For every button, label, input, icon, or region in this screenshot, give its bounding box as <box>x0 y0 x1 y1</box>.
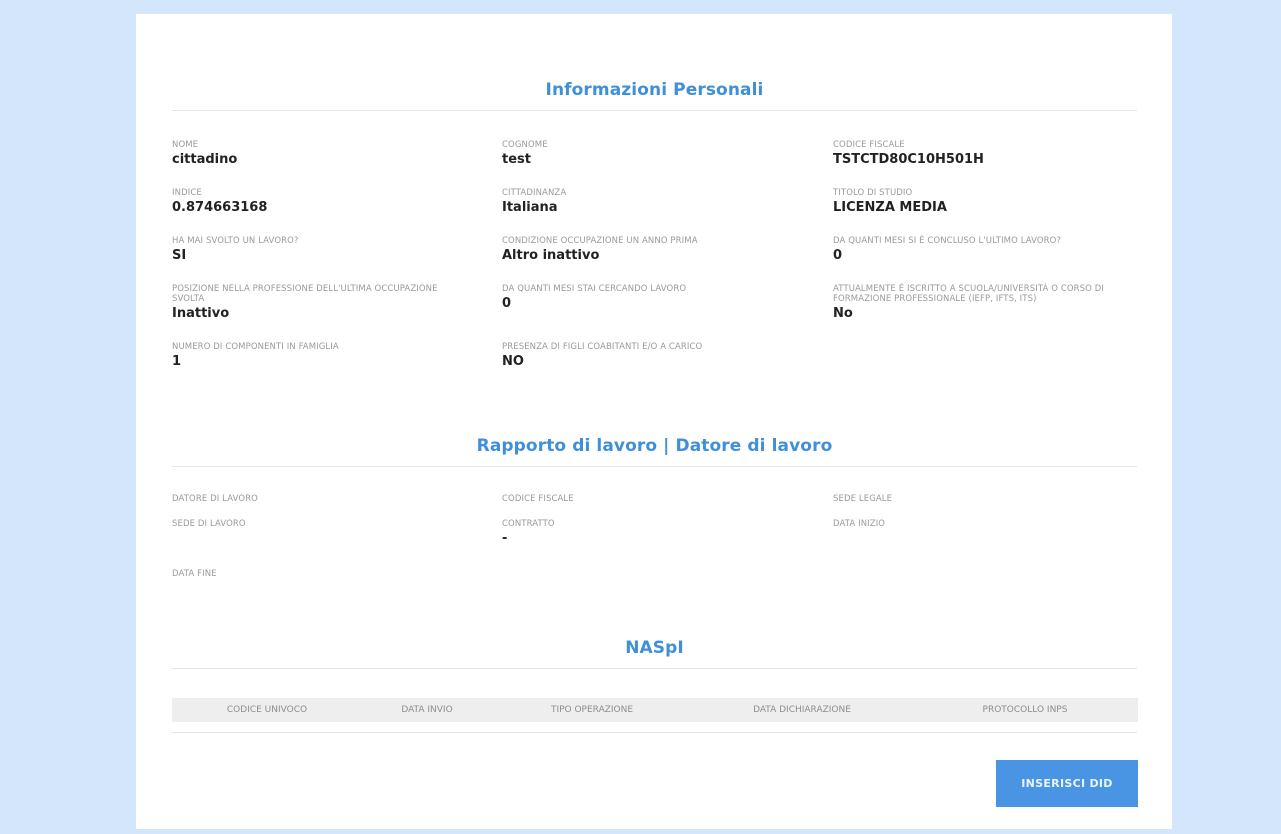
field-sede-di-lavoro: Sede di lavoro <box>172 519 472 531</box>
field-mesi-ultimo-lavoro: Da quanti mesi si è concluso l'ultimo la… <box>833 236 1133 264</box>
field-nome: Nome cittadino <box>172 140 472 168</box>
field-datore-di-lavoro: Datore di lavoro <box>172 494 472 506</box>
field-label: Ha mai svolto un lavoro? <box>172 236 299 246</box>
field-value: - <box>502 531 508 546</box>
field-label: Indice <box>172 188 202 198</box>
field-componenti-famiglia: Numero di componenti in famiglia 1 <box>172 342 472 370</box>
field-label: Codice Fiscale <box>833 140 905 150</box>
field-label: Data fine <box>172 569 217 579</box>
field-label: Contratto <box>502 519 555 529</box>
field-value: Altro inattivo <box>502 248 600 263</box>
field-cittadinanza: Cittadinanza Italiana <box>502 188 802 216</box>
field-value: NO <box>502 354 524 369</box>
field-label: Posizione nella professione dell'ultima … <box>172 284 438 304</box>
field-label: Sede di lavoro <box>172 519 246 529</box>
field-data-fine: Data fine <box>172 569 472 581</box>
divider <box>172 668 1137 669</box>
field-indice: Indice 0.874663168 <box>172 188 472 216</box>
field-titolo-di-studio: Titolo di studio LICENZA MEDIA <box>833 188 1133 216</box>
field-value: cittadino <box>172 152 238 167</box>
field-value: test <box>502 152 531 167</box>
field-mesi-cercando-lavoro: Da quanti mesi stai cercando lavoro 0 <box>502 284 802 312</box>
field-posizione-professione: Posizione nella professione dell'ultima … <box>172 284 472 322</box>
field-label: Datore di lavoro <box>172 494 258 504</box>
section-title-naspi: NASpI <box>625 638 684 658</box>
column-header-codice-univoco: Codice univoco <box>226 705 308 715</box>
section-title-employment: Rapporto di lavoro | Datore di lavoro <box>476 436 833 456</box>
column-header-data-invio: Data invio <box>401 705 453 715</box>
field-label: Cognome <box>502 140 548 150</box>
field-label: Attualmente è iscritto a scuola/universi… <box>833 284 1104 304</box>
content-panel: Informazioni Personali Nome cittadino Co… <box>136 14 1172 829</box>
field-label: Da quanti mesi si è concluso l'ultimo la… <box>833 236 1062 246</box>
field-label: Presenza di figli coabitanti e/o a caric… <box>502 342 703 352</box>
naspi-table-header: Codice univoco Data invio Tipo operazion… <box>172 698 1138 722</box>
field-label: Numero di componenti in famiglia <box>172 342 339 352</box>
field-label: Titolo di studio <box>833 188 913 198</box>
field-contratto: Contratto - <box>502 519 802 547</box>
field-data-inizio: Data inizio <box>833 519 1133 531</box>
field-condizione-occupazione: Condizione occupazione un anno prima Alt… <box>502 236 802 264</box>
field-label: Nome <box>172 140 199 150</box>
section-title-personal: Informazioni Personali <box>545 80 764 100</box>
divider <box>172 110 1137 111</box>
field-label: Cittadinanza <box>502 188 567 198</box>
field-figli-coabitanti: Presenza di figli coabitanti e/o a caric… <box>502 342 802 370</box>
field-value: 0 <box>833 248 843 263</box>
field-value: 0.874663168 <box>172 200 268 215</box>
field-label: Sede legale <box>833 494 893 504</box>
field-value: No <box>833 306 853 321</box>
column-header-data-dichiarazione: Data dichiarazione <box>753 705 851 715</box>
field-value: 1 <box>172 354 182 369</box>
field-value: 0 <box>502 296 512 311</box>
field-value: LICENZA MEDIA <box>833 200 947 215</box>
field-label: Data inizio <box>833 519 886 529</box>
field-ha-mai-svolto-lavoro: Ha mai svolto un lavoro? SI <box>172 236 472 264</box>
field-label: Condizione occupazione un anno prima <box>502 236 698 246</box>
field-iscritto-scuola: Attualmente è iscritto a scuola/universi… <box>833 284 1133 322</box>
field-value: Italiana <box>502 200 558 215</box>
field-codice-fiscale-datore: Codice fiscale <box>502 494 802 506</box>
column-header-tipo-operazione: Tipo operazione <box>550 705 634 715</box>
divider <box>172 466 1137 467</box>
column-header-protocollo-inps: Protocollo INPS <box>982 705 1068 715</box>
field-value: TSTCTD80C10H501H <box>833 152 984 167</box>
divider <box>172 732 1137 733</box>
field-cognome: Cognome test <box>502 140 802 168</box>
field-value: SI <box>172 248 187 263</box>
field-sede-legale: Sede legale <box>833 494 1133 506</box>
field-value: Inattivo <box>172 306 230 321</box>
field-label: Da quanti mesi stai cercando lavoro <box>502 284 687 294</box>
field-label: Codice fiscale <box>502 494 574 504</box>
inserisci-did-button[interactable]: Inserisci DID <box>996 760 1138 807</box>
field-codice-fiscale: Codice Fiscale TSTCTD80C10H501H <box>833 140 1133 168</box>
